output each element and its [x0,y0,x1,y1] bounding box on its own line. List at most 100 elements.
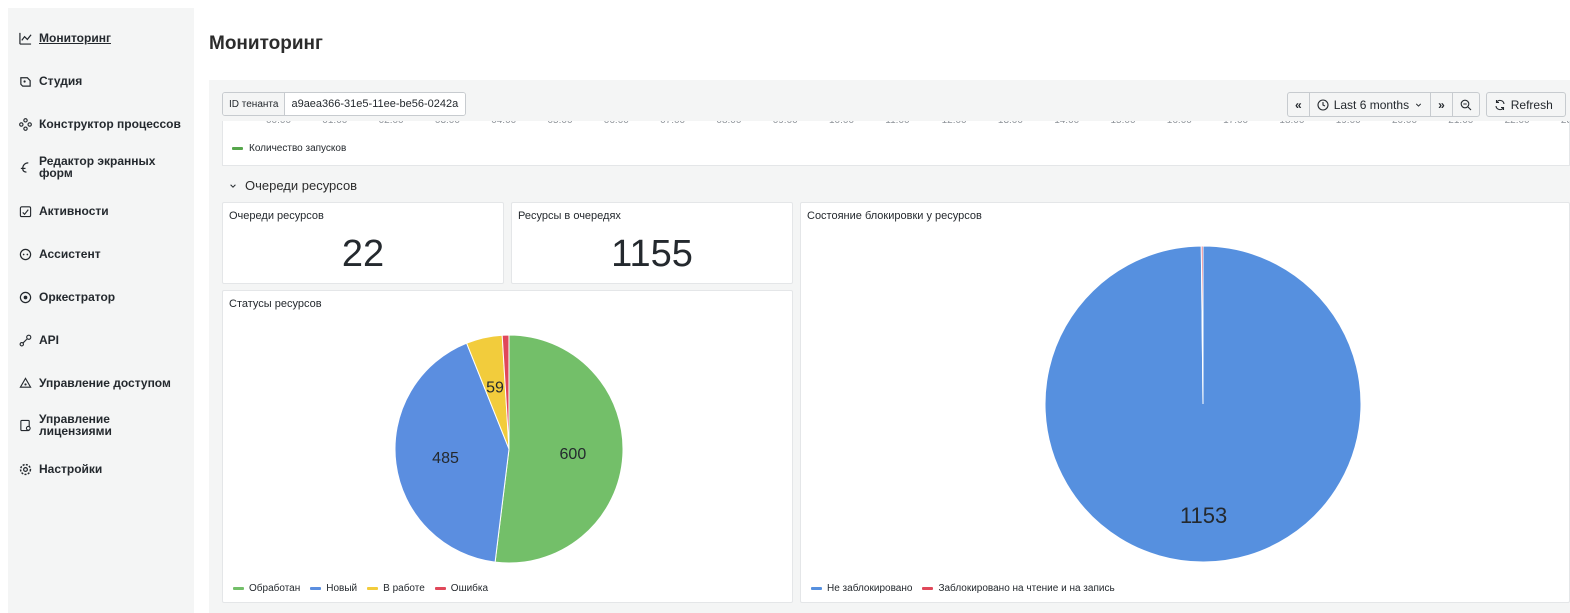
sidebar-item-label: Редактор экранных форм [39,154,156,180]
sidebar-item-activities[interactable]: Активности [18,204,109,218]
timeline-tick: 03:00 [435,121,460,126]
timeline-tick: 14:00 [1054,121,1079,126]
status-pie-chart: 600 485 59 [394,334,624,564]
sidebar-item-api[interactable]: API [18,333,59,347]
refresh-label: Refresh [1510,97,1553,112]
orchestrator-icon [18,290,32,304]
timeline-tick: 17:00 [1223,121,1248,126]
sidebar-item-form-editor[interactable]: Редактор экранных форм [18,155,159,179]
timeline-tick: 07:00 [660,121,685,126]
time-range-picker[interactable]: Last 6 months [1310,93,1432,116]
sidebar-item-settings[interactable]: Настройки [18,462,102,476]
sidebar-item-label: Студия [39,74,83,88]
sidebar-item-monitoring[interactable]: Мониторинг [18,31,111,45]
sidebar-item-label: Мониторинг [39,31,111,45]
tenant-id-input[interactable] [285,93,466,115]
sidebar-item-label: Активности [39,204,109,218]
refresh-group: Refresh [1485,92,1566,117]
legend-item[interactable]: Обработан [233,583,300,594]
legend-swatch [811,587,822,590]
time-controls: « Last 6 months » [1287,92,1480,117]
sidebar-item-label: Управление лицензиями [39,412,112,438]
timeline-axis: 00:00 01:00 02:00 03:00 04:00 05:00 06:00 07:00… [223,121,1569,131]
legend-item[interactable]: В работе [367,583,425,594]
timeline-tick: 11:00 [885,121,909,126]
chart-line-icon [18,31,32,45]
sidebar-item-assistant[interactable]: Ассистент [18,247,101,261]
pie-data-label: 1153 [1180,503,1227,528]
stat-card-resources: Ресурсы в очередях 1155 [511,202,793,284]
legend-swatch [233,587,244,590]
timeline-tick: 21:00 [1448,121,1473,126]
timeline-tick: 23:00 [1561,121,1569,126]
legend-item[interactable]: Заблокировано на чтение и на запись [922,583,1115,594]
timeline-tick: 19:00 [1336,121,1361,126]
card-title: Ресурсы в очередях [518,210,621,222]
sidebar-item-licenses[interactable]: Управление лицензиями [18,413,139,437]
timeline-tick: 18:00 [1279,121,1304,126]
timeline-legend: Количество запусков [232,143,346,154]
timeline-tick: 05:00 [548,121,573,126]
time-toolbar: « Last 6 months » Refresh [1287,92,1566,117]
zoom-out-button[interactable] [1453,93,1479,116]
sidebar-item-studio[interactable]: Студия [18,74,82,88]
status-legend: Обработан Новый В работе Ошибка [233,583,488,594]
stat-card-queues: Очереди ресурсов 22 [222,202,504,284]
lock-legend: Не заблокировано Заблокировано на чтение … [811,583,1115,594]
lock-pie-chart: 1153 [1044,245,1362,563]
legend-item[interactable]: Новый [310,583,357,594]
sidebar-item-label: Настройки [39,462,103,476]
timeline-tick: 22:00 [1505,121,1530,126]
chart-card-lock-state: Состояние блокировки у ресурсов 1153 Не … [800,202,1570,603]
sidebar-item-label: Оркестратор [39,290,116,304]
stat-value: 1155 [611,233,693,275]
double-chevron-right-icon: » [1438,97,1445,112]
timeline-tick: 01:00 [322,121,347,126]
section-title: Очереди ресурсов [245,178,358,193]
sidebar: Мониторинг Студия Конструктор процессов … [8,8,194,613]
card-title: Очереди ресурсов [229,210,324,222]
api-icon [18,333,32,347]
sidebar-item-label: Ассистент [39,247,101,261]
legend-swatch [922,587,934,590]
tenant-label: ID тенанта [223,93,286,115]
section-header[interactable]: Очереди ресурсов [229,178,357,193]
timeline-tick: 16:00 [1167,121,1192,126]
refresh-icon [1495,99,1505,110]
legend-label: Новый [326,583,358,594]
timeline-tick: 04:00 [491,121,516,126]
time-range-label: Last 6 months [1333,97,1410,112]
tenant-filter: ID тенанта [222,92,467,116]
sidebar-item-label: API [39,333,60,347]
chevron-down-icon [1415,103,1422,107]
timeline-tick: 13:00 [998,121,1023,126]
legend-label: В работе [383,583,425,594]
access-icon [18,376,32,390]
time-forward-button[interactable]: » [1431,93,1453,116]
time-back-button[interactable]: « [1288,93,1310,116]
form-editor-icon [18,160,32,174]
legend-item[interactable]: Не заблокировано [811,583,912,594]
sidebar-item-process-builder[interactable]: Конструктор процессов [18,117,181,131]
sidebar-item-orchestrator[interactable]: Оркестратор [18,290,115,304]
legend-label: Обработан [249,583,301,594]
double-chevron-left-icon: « [1295,97,1302,112]
timeline-tick: 00:00 [266,121,291,126]
timeline-tick: 02:00 [379,121,404,126]
sidebar-item-label: Управление доступом [39,376,171,390]
pie-data-label: 485 [432,450,459,467]
refresh-button[interactable]: Refresh [1487,93,1560,116]
palette-icon [18,74,32,88]
timeline-tick: 09:00 [773,121,798,126]
page-title: Мониторинг [209,33,323,54]
legend-item[interactable]: Ошибка [434,583,488,594]
clock-icon [1317,98,1329,111]
legend-label: Заблокировано на чтение и на запись [938,583,1115,594]
timeline-tick: 15:00 [1111,121,1136,126]
zoom-out-icon [1460,99,1472,110]
timeline-tick: 20:00 [1392,121,1417,126]
legend-swatch [232,147,243,150]
sidebar-item-access-control[interactable]: Управление доступом [18,376,171,390]
stat-value: 22 [341,233,385,275]
timeline-tick: 08:00 [716,121,741,126]
